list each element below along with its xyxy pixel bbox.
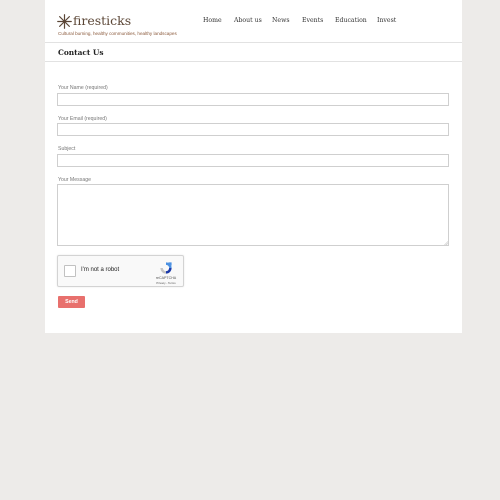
nav-item-home[interactable]: Home xyxy=(203,17,222,24)
nav-item-events[interactable]: Events xyxy=(302,17,323,24)
email-label: Your Email (required) xyxy=(58,116,107,122)
resize-grip-icon[interactable] xyxy=(444,241,448,245)
send-button[interactable]: Send xyxy=(58,296,85,308)
email-field[interactable] xyxy=(57,123,449,136)
page-title-bar: Contact Us xyxy=(45,43,462,62)
recaptcha-brand: reCAPTCHA xyxy=(155,276,177,280)
page-title: Contact Us xyxy=(58,48,104,57)
site-header: firesticks Cultural burning, healthy com… xyxy=(45,0,462,43)
recaptcha-privacy-link[interactable]: Privacy xyxy=(156,281,165,285)
nav-item-education[interactable]: Education xyxy=(335,17,367,24)
subject-label: Subject xyxy=(58,146,76,152)
recaptcha-widget: I'm not a robot reCAPTCHA Privacy - Term… xyxy=(57,255,184,287)
message-field[interactable] xyxy=(57,184,449,246)
page-container: firesticks Cultural burning, healthy com… xyxy=(45,0,462,333)
nav-item-invest[interactable]: Invest xyxy=(377,17,396,24)
recaptcha-logo-icon xyxy=(160,262,172,274)
main-nav: Home About us News Events Education Inve… xyxy=(45,17,462,27)
recaptcha-label: I'm not a robot xyxy=(81,267,120,273)
name-label: Your Name (required) xyxy=(58,85,108,91)
nav-item-about-us[interactable]: About us xyxy=(234,17,262,24)
recaptcha-terms-link[interactable]: Terms xyxy=(168,281,176,285)
message-label: Your Message xyxy=(58,177,91,183)
name-field[interactable] xyxy=(57,93,449,106)
brand-tagline: Cultural burning, healthy communities, h… xyxy=(58,31,177,36)
recaptcha-links: Privacy - Terms xyxy=(151,281,181,285)
subject-field[interactable] xyxy=(57,154,449,167)
nav-item-news[interactable]: News xyxy=(272,17,290,24)
recaptcha-checkbox[interactable] xyxy=(64,265,76,277)
